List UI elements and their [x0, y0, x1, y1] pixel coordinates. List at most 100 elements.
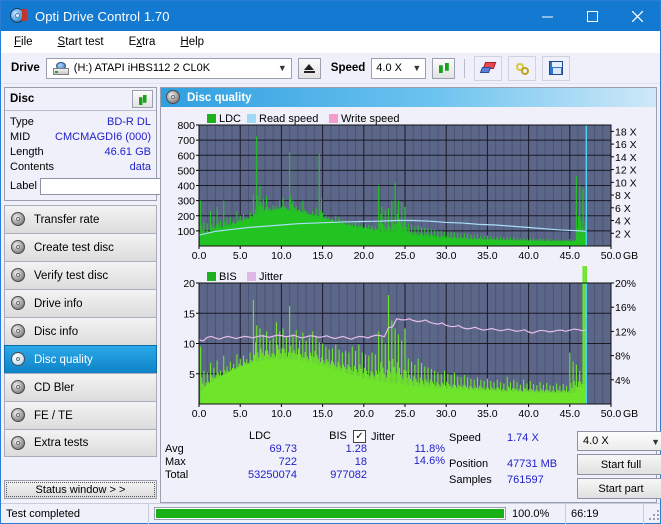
svg-text:50.0: 50.0	[601, 408, 622, 420]
start-part-button[interactable]: Start part	[577, 478, 661, 499]
svg-text:15.0: 15.0	[312, 250, 333, 262]
sidebar-item-label: FE / TE	[34, 409, 73, 422]
disc-refresh-button[interactable]	[132, 90, 153, 108]
drive-toolbar: Drive (H:) ATAPI iHBS112 2 CL0K ▼ Speed …	[1, 53, 660, 84]
save-button[interactable]	[542, 55, 571, 81]
disc-contents-value: data	[129, 160, 151, 173]
menu-start-test[interactable]: Start test	[55, 34, 107, 50]
start-full-button[interactable]: Start full	[577, 454, 661, 475]
svg-text:8 X: 8 X	[615, 190, 631, 202]
svg-text:25.0: 25.0	[395, 408, 416, 420]
svg-text:50.0: 50.0	[601, 250, 622, 262]
stats-total-ldc: 53250074	[248, 469, 297, 481]
svg-text:16%: 16%	[615, 302, 636, 314]
speed-readout-label: Speed	[449, 432, 481, 444]
test-speed-select[interactable]: 4.0 X ▼	[577, 431, 661, 451]
app-disc-icon	[9, 7, 27, 25]
minimize-button[interactable]	[525, 1, 570, 31]
disc-length-label: Length	[10, 145, 44, 158]
error-stats-table: LDC BIS Avg 69.73 1.28 Max 722 18 Total …	[165, 430, 445, 500]
statistics-area: LDC BIS Avg 69.73 1.28 Max 722 18 Total …	[161, 428, 661, 502]
svg-text:16 X: 16 X	[615, 139, 637, 151]
svg-text:0.0: 0.0	[192, 408, 207, 420]
svg-text:4%: 4%	[615, 375, 630, 387]
svg-text:800: 800	[177, 120, 195, 132]
svg-text:GB: GB	[623, 408, 638, 420]
drive-select[interactable]: (H:) ATAPI iHBS112 2 CL0K ▼	[45, 57, 292, 79]
disc-mid-label: MID	[10, 130, 31, 143]
bis-chart: BIS Jitter 5 10 15 20 4% 8% 12% 16% 20% 0.0 5.0 10.0 1…	[163, 266, 654, 424]
disc-contents-label: Contents	[10, 160, 55, 173]
samples-label: Samples	[449, 474, 492, 486]
sidebar-item-extra-tests[interactable]: Extra tests	[4, 429, 157, 457]
sidebar-item-transfer-rate[interactable]: Transfer rate	[4, 205, 157, 233]
disc-icon	[11, 212, 26, 227]
erase-button[interactable]	[474, 55, 503, 81]
stats-row-total-label: Total	[165, 469, 189, 481]
menu-extra[interactable]: Extra	[126, 34, 159, 50]
title-bar: Opti Drive Control 1.70	[1, 1, 660, 31]
drive-icon	[52, 61, 69, 75]
svg-text:10.0: 10.0	[271, 408, 292, 420]
readout-speed: Speed 1.74 X	[449, 430, 571, 446]
resize-grip[interactable]	[646, 507, 660, 521]
maximize-button[interactable]	[570, 1, 615, 31]
sidebar-item-create-test-disc[interactable]: Create test disc	[4, 233, 157, 261]
position-value: 47731 MB	[507, 458, 558, 470]
chevron-down-icon: ▼	[277, 63, 287, 73]
svg-text:6 X: 6 X	[615, 203, 631, 215]
status-window-button[interactable]: Status window > >	[4, 480, 157, 499]
svg-text:BIS: BIS	[219, 271, 237, 283]
disc-type-value: BD-R DL	[106, 115, 151, 128]
jitter-header: ✓ Jitter	[353, 430, 445, 443]
sidebar-item-label: Transfer rate	[34, 213, 100, 226]
eject-button[interactable]	[297, 57, 321, 79]
position-label: Position	[449, 458, 489, 470]
sidebar-item-verify-test-disc[interactable]: Verify test disc	[4, 261, 157, 289]
svg-text:Write speed: Write speed	[341, 113, 400, 125]
sidebar-item-disc-quality[interactable]: Disc quality	[4, 345, 157, 373]
charts-container: LDC Read speed Write speed 100 200 300 400 500 6…	[161, 107, 656, 428]
svg-text:GB: GB	[623, 250, 638, 262]
menu-file[interactable]: FFileile	[11, 34, 36, 50]
svg-text:30.0: 30.0	[436, 250, 457, 262]
sidebar-item-disc-info[interactable]: Disc info	[4, 317, 157, 345]
sidebar-item-fe-te[interactable]: FE / TE	[4, 401, 157, 429]
sidebar-item-label: Extra tests	[34, 437, 89, 449]
close-button[interactable]	[615, 1, 660, 31]
refresh-drive-button[interactable]	[432, 57, 456, 79]
chevron-down-icon: ▼	[412, 63, 422, 73]
disc-icon	[11, 324, 26, 339]
test-controls: Speed 1.74 X Position 47731 MB Samples 7…	[445, 430, 661, 500]
key-button[interactable]	[508, 55, 537, 81]
disc-length-value: 46.61 GB	[104, 145, 151, 158]
chevron-down-icon: ▼	[651, 437, 660, 447]
window-title: Opti Drive Control 1.70	[35, 8, 170, 24]
readout-position: Position 47731 MB	[449, 456, 571, 472]
svg-text:20: 20	[183, 278, 195, 290]
sidebar-item-drive-info[interactable]: Drive info	[4, 289, 157, 317]
svg-text:20.0: 20.0	[354, 408, 375, 420]
jitter-checkbox[interactable]: ✓	[353, 430, 366, 443]
svg-text:45.0: 45.0	[560, 408, 581, 420]
eraser-icon	[479, 62, 497, 74]
svg-text:300: 300	[177, 196, 195, 208]
speed-select-value: 4.0 X	[376, 62, 402, 74]
stats-avg-ldc: 69.73	[269, 443, 297, 455]
readout-gap	[449, 446, 571, 456]
disc-quality-icon	[166, 90, 181, 105]
app-window: Opti Drive Control 1.70 FFileile Start t…	[0, 0, 661, 524]
svg-text:8%: 8%	[615, 351, 630, 363]
stats-avg-jitter: 11.8%	[414, 443, 445, 455]
svg-text:LDC: LDC	[219, 113, 241, 125]
svg-text:5.0: 5.0	[233, 250, 248, 262]
drive-select-value: (H:) ATAPI iHBS112 2 CL0K	[73, 62, 211, 74]
speed-select[interactable]: 4.0 X ▼	[371, 57, 427, 79]
sidebar-item-label: CD Bler	[34, 381, 75, 394]
ldc-chart-svg: LDC Read speed Write speed 100 200 300 400 500 6…	[177, 113, 638, 262]
sidebar-item-label: Disc quality	[34, 353, 93, 366]
menu-help[interactable]: Help	[177, 34, 207, 50]
sidebar-item-cd-bler[interactable]: CD Bler	[4, 373, 157, 401]
stats-row-max-label: Max	[165, 456, 186, 468]
